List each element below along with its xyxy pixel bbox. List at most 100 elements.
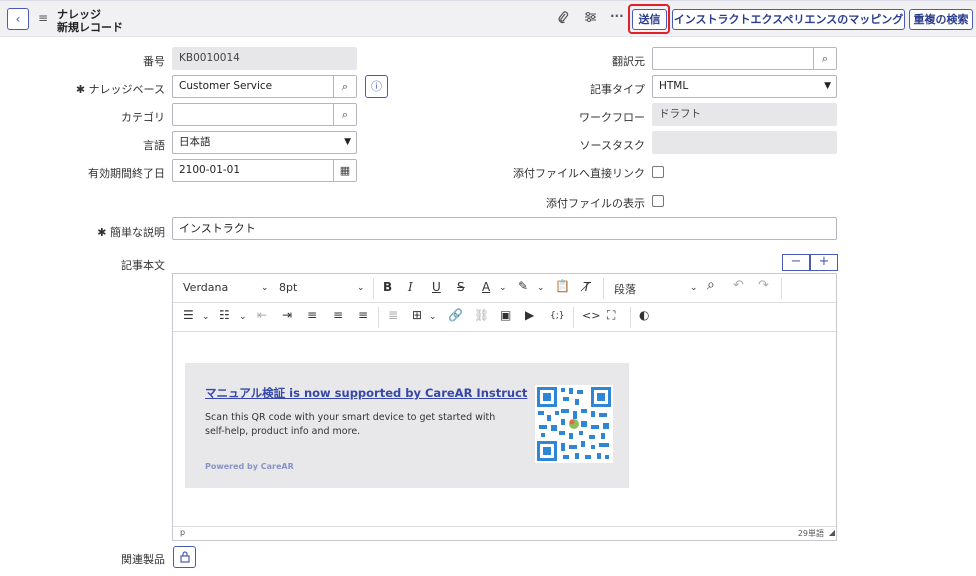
accessibility-contrast-icon[interactable]: ◐ [639,308,649,322]
clear-formatting-icon[interactable]: T̸ [583,280,590,294]
number-field: KB0010014 [172,47,357,70]
toolbar-divider [573,307,574,328]
kb-label-text: ナレッジベース [88,83,165,96]
underline-icon[interactable]: U [432,280,441,294]
record-title: 新規レコード [57,21,123,34]
unlink-icon[interactable]: ⛓ [474,308,489,322]
toolbar-divider [373,278,374,299]
font-size-select[interactable]: 8pt [279,281,297,294]
editor-toolbar-row-2: ☰ ⌄ ☷ ⌄ ⇤ ⇥ ≡ ≡ ≡ ≣ ⊞ ⌄ 🔗 ⛓ ▣ ▶ {;} <> ⛶… [173,303,836,332]
banner-text: Scan this QR code with your smart device… [205,412,496,437]
expand-editor-button[interactable]: + [810,254,838,271]
kb-input[interactable]: Customer Service ⌕ [172,75,357,98]
chevron-down-icon[interactable]: ⌄ [429,312,437,322]
numbered-list-icon[interactable]: ☷ [219,308,230,322]
back-button[interactable]: ‹ [7,8,29,30]
chevron-down-icon[interactable]: ⌄ [690,283,698,293]
chevron-left-icon: ‹ [15,12,21,26]
source-task-field [652,131,837,154]
align-center-icon[interactable]: ≡ [333,308,343,322]
font-family-select[interactable]: Verdana [183,281,228,294]
chevron-down-icon: ▼ [824,81,831,91]
code-sample-icon[interactable]: {;} [550,311,564,321]
valid-to-input[interactable]: 2100-01-01 ▦ [172,159,357,182]
chevron-down-icon[interactable]: ⌄ [239,312,247,322]
duplicate-search-button[interactable]: 重複の検索 [909,9,973,30]
required-mark: ✱ [75,83,86,96]
undo-icon[interactable]: ↶ [733,278,744,293]
element-path[interactable]: p [180,528,185,537]
kb-label: ✱ ナレッジベース [76,81,165,97]
valid-to-value: 2100-01-01 [179,164,241,176]
banner-powered-by: Powered by CareAR [205,462,294,471]
article-body-label: 記事本文 [121,259,165,272]
banner-title-link[interactable]: マニュアル検証 is now supported by CareAR Instr… [205,385,527,401]
outdent-icon[interactable]: ⇤ [257,308,267,322]
paste-text-icon[interactable]: 📋 [555,279,570,293]
italic-icon[interactable]: I [408,280,413,294]
related-products-lock-button[interactable] [173,546,196,568]
instruct-banner: マニュアル検証 is now supported by CareAR Instr… [185,363,629,488]
image-icon[interactable]: ▣ [500,308,511,322]
bold-icon[interactable]: B [383,280,392,294]
form-header: ‹ ≡ ナレッジ 新規レコード ··· 送信 インストラクトエクスペリエンスのマ… [0,0,976,37]
qr-code-image [535,385,613,463]
more-options-icon[interactable]: ··· [610,9,624,23]
chevron-down-icon[interactable]: ⌄ [202,312,210,322]
strikethrough-icon[interactable]: S [457,280,465,294]
article-type-select[interactable]: HTML ▼ [652,75,837,98]
bullet-list-icon[interactable]: ☰ [183,308,194,322]
translated-from-search-icon[interactable]: ⌕ [813,48,836,69]
number-label: 番号 [143,55,165,68]
kb-info-button[interactable]: ⓘ [365,75,388,98]
indent-icon[interactable]: ⇥ [282,308,292,322]
category-search-icon[interactable]: ⌕ [333,104,356,125]
translated-from-input[interactable]: ⌕ [652,47,837,70]
hamburger-menu-icon[interactable]: ≡ [38,11,48,25]
related-products-label: 関連製品 [121,553,165,566]
short-desc-label-text: 簡単な説明 [110,226,165,239]
text-color-icon[interactable]: A [482,280,490,294]
calendar-icon[interactable]: ▦ [333,160,356,181]
chevron-down-icon[interactable]: ⌄ [357,283,365,293]
chevron-down-icon[interactable]: ⌄ [261,283,269,293]
video-icon[interactable]: ▶ [525,308,534,322]
language-select[interactable]: 日本語 ▼ [172,131,357,154]
chevron-down-icon[interactable]: ⌄ [499,283,507,293]
toolbar-divider [781,278,782,299]
attachment-link-checkbox[interactable] [652,166,664,178]
fullscreen-icon[interactable]: ⛶ [607,308,615,323]
align-left-icon[interactable]: ≡ [307,308,317,322]
source-code-icon[interactable]: <> [582,309,600,322]
settings-sliders-icon[interactable] [584,11,597,26]
justify-icon[interactable]: ≣ [388,308,398,322]
short-desc-input[interactable]: インストラクト [172,217,837,240]
collapse-editor-button[interactable]: − [782,254,810,271]
paperclip-icon[interactable] [557,11,569,27]
search-icon[interactable]: ⌕ [707,277,715,293]
display-attachments-checkbox[interactable] [652,195,664,207]
resize-handle-icon[interactable]: ◢ [829,528,835,537]
chevron-down-icon[interactable]: ⌄ [537,283,545,293]
link-icon[interactable]: 🔗 [448,308,463,322]
category-label: カテゴリ [121,111,165,124]
kb-value: Customer Service [179,80,273,92]
info-icon: ⓘ [371,80,382,93]
block-format-select[interactable]: 段落 [614,281,636,297]
submit-button[interactable]: 送信 [632,9,667,30]
highlight-color-icon[interactable]: ✎ [518,279,528,293]
display-attachments-label: 添付ファイルの表示 [546,197,645,210]
language-value: 日本語 [179,136,211,148]
align-right-icon[interactable]: ≡ [358,308,368,322]
table-icon[interactable]: ⊞ [412,308,422,322]
redo-icon[interactable]: ↷ [758,278,769,293]
category-input[interactable]: ⌕ [172,103,357,126]
toolbar-divider [630,307,631,328]
kb-search-icon[interactable]: ⌕ [333,76,356,97]
lock-icon [179,551,190,563]
required-mark: ✱ [97,226,107,239]
instruct-mapping-button[interactable]: インストラクトエクスペリエンスのマッピング [672,9,905,30]
workflow-label: ワークフロー [579,111,645,124]
toolbar-divider [603,278,604,299]
workflow-field: ドラフト [652,103,837,126]
